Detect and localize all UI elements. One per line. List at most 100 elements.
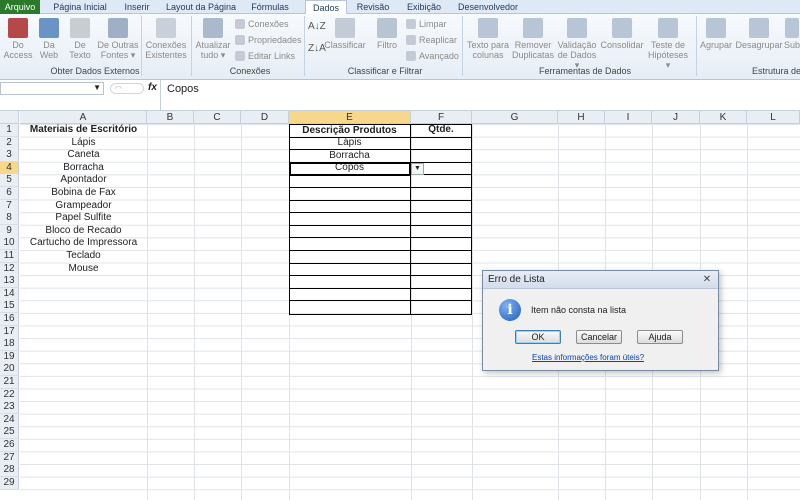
name-box[interactable]: ▼ (0, 82, 104, 95)
column-header-j[interactable]: J (652, 111, 700, 124)
group-button[interactable]: Agrupar (698, 16, 734, 50)
data-validation-button[interactable]: Validação de Dados ▾ (556, 16, 598, 70)
label: Texto (69, 50, 91, 60)
column-header-k[interactable]: K (700, 111, 747, 124)
tab-dados[interactable]: Dados (305, 0, 347, 15)
row-header-15[interactable]: 15 (0, 300, 19, 314)
column-header-f[interactable]: F (411, 111, 472, 124)
row-header-23[interactable]: 23 (0, 401, 19, 415)
sort-button[interactable]: Classificar (324, 16, 366, 50)
label: Remover (514, 40, 552, 50)
label: Web (39, 50, 59, 60)
active-cell[interactable] (289, 162, 411, 176)
from-access-button[interactable]: Do Access (2, 16, 34, 60)
close-icon[interactable]: ✕ (700, 274, 714, 286)
row-header-17[interactable]: 17 (0, 325, 19, 339)
column-header-d[interactable]: D (241, 111, 289, 124)
tab-desenvolvedor[interactable]: Desenvolvedor (452, 0, 524, 14)
tab-arquivo[interactable]: Arquivo (0, 0, 40, 14)
chevron-down-icon[interactable]: ▼ (93, 83, 101, 92)
list-item: Papel Sulfite (55, 212, 112, 224)
row-header-2[interactable]: 2 (0, 136, 19, 150)
group-label-external: Obter Dados Externos (50, 66, 140, 76)
consolidate-button[interactable]: Consolidar (600, 16, 644, 50)
table-cell[interactable]: Borracha (289, 150, 410, 162)
clear-button[interactable]: Limpar (406, 18, 447, 31)
row-header-24[interactable]: 24 (0, 413, 19, 427)
row-header-4[interactable]: 4 (0, 161, 19, 175)
row-header-13[interactable]: 13 (0, 275, 19, 289)
row-header-28[interactable]: 28 (0, 464, 19, 478)
tab-pagina-inicial[interactable]: Página Inicial (48, 0, 112, 14)
row-header-7[interactable]: 7 (0, 199, 19, 213)
row-header-25[interactable]: 25 (0, 426, 19, 440)
ungroup-button[interactable]: Desagrupar (735, 16, 783, 50)
validation-dropdown-button[interactable]: ▼ (411, 163, 424, 175)
text-to-columns-button[interactable]: Texto para colunas (465, 16, 511, 60)
filter-button[interactable]: Filtro (372, 16, 402, 50)
row-header-20[interactable]: 20 (0, 363, 19, 377)
column-header-e[interactable]: E (289, 111, 411, 124)
label: Filtro (377, 40, 397, 50)
row-header-12[interactable]: 12 (0, 262, 19, 276)
from-web-button[interactable]: Da Web (34, 16, 64, 60)
cancel-button[interactable]: Cancelar (576, 330, 622, 344)
help-button[interactable]: Ajuda (637, 330, 683, 344)
dialog-message: Item não consta na lista (531, 305, 627, 315)
properties-button[interactable]: Propriedades (235, 34, 302, 47)
from-text-button[interactable]: De Texto (64, 16, 96, 60)
table-cell[interactable]: Lápis (289, 137, 410, 149)
ok-button[interactable]: OK (515, 330, 561, 344)
column-header-b[interactable]: B (147, 111, 194, 124)
table-row-line (289, 199, 472, 201)
feedback-link[interactable]: Estas informações foram úteis? (532, 353, 644, 362)
formula-input[interactable]: Copos (160, 80, 800, 110)
row-header-10[interactable]: 10 (0, 237, 19, 251)
tab-layout[interactable]: Layout da Página (162, 0, 240, 14)
other-sources-button[interactable]: De Outras Fontes ▾ (97, 16, 139, 60)
reapply-button[interactable]: Reaplicar (406, 34, 457, 47)
what-if-button[interactable]: Teste de Hipóteses ▾ (646, 16, 690, 70)
row-header-19[interactable]: 19 (0, 350, 19, 364)
column-header-h[interactable]: H (558, 111, 605, 124)
column-header-g[interactable]: G (472, 111, 558, 124)
edit-links-button[interactable]: Editar Links (235, 50, 295, 63)
column-header-a[interactable]: A (20, 111, 147, 124)
refresh-all-button[interactable]: Atualizar tudo ▾ (193, 16, 233, 60)
row-header-16[interactable]: 16 (0, 313, 19, 326)
tab-formulas[interactable]: Fórmulas (246, 0, 294, 14)
row-header-3[interactable]: 3 (0, 149, 19, 163)
row-header-11[interactable]: 11 (0, 250, 19, 263)
row-header-22[interactable]: 22 (0, 388, 19, 402)
row-header-26[interactable]: 26 (0, 439, 19, 452)
dialog-titlebar[interactable]: Erro de Lista ✕ (483, 271, 718, 289)
remove-duplicates-button[interactable]: Remover Duplicatas (512, 16, 554, 60)
column-header-c[interactable]: C (194, 111, 241, 124)
column-header-l[interactable]: L (747, 111, 800, 124)
formula-buttons[interactable]: ◠ (110, 83, 144, 94)
row-header-9[interactable]: 9 (0, 224, 19, 238)
label: Avançado (419, 51, 459, 61)
label: Editar Links (248, 51, 296, 61)
tab-revisao[interactable]: Revisão (352, 0, 394, 14)
row-header-18[interactable]: 18 (0, 338, 19, 352)
advanced-button[interactable]: Avançado (406, 50, 459, 63)
row-header-27[interactable]: 27 (0, 451, 19, 465)
web-icon (39, 18, 59, 38)
row-header-21[interactable]: 21 (0, 376, 19, 389)
row-header-1[interactable]: 1 (0, 124, 19, 137)
row-header-6[interactable]: 6 (0, 187, 19, 200)
select-all-corner[interactable] (0, 111, 19, 124)
table-row-line (289, 250, 472, 251)
subtotal-button[interactable]: Sub (784, 16, 800, 50)
row-header-14[interactable]: 14 (0, 287, 19, 301)
tab-exibicao[interactable]: Exibição (402, 0, 446, 14)
row-header-29[interactable]: 29 (0, 476, 19, 490)
tab-inserir[interactable]: Inserir (118, 0, 156, 14)
existing-connections-button[interactable]: Conexões Existentes (143, 16, 189, 60)
fx-icon[interactable]: fx (148, 82, 157, 93)
row-header-8[interactable]: 8 (0, 212, 19, 226)
column-header-i[interactable]: I (605, 111, 652, 124)
connections-small-button[interactable]: Conexões (235, 18, 289, 31)
row-header-5[interactable]: 5 (0, 174, 19, 188)
